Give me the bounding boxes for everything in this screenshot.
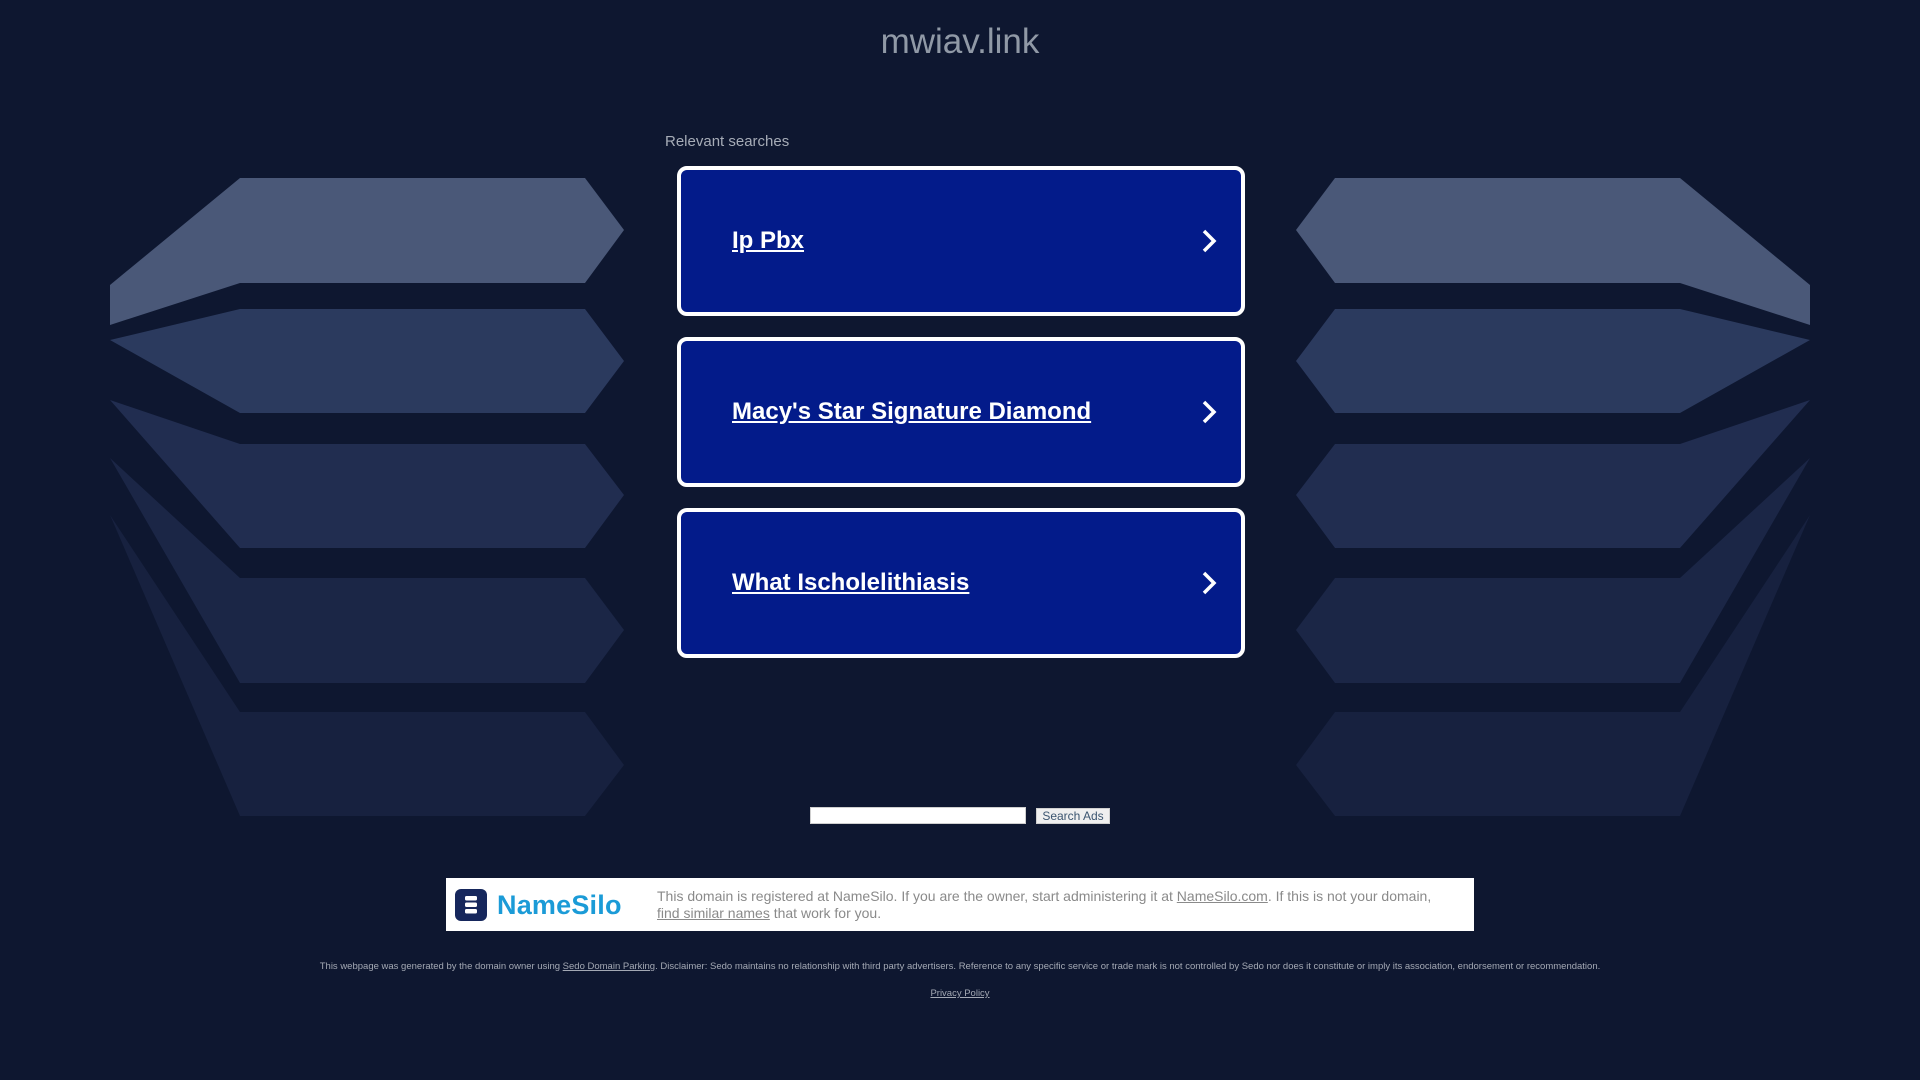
disclaimer-text-1: This webpage was generated by the domain… — [319, 961, 563, 972]
registrar-message: This domain is registered at NameSilo. I… — [657, 888, 1457, 922]
registrar-banner: NameSilo This domain is registered at Na… — [446, 878, 1474, 931]
search-card-label: What Ischolelithiasis — [732, 569, 970, 596]
database-icon — [465, 896, 477, 914]
disclaimer-text-2: . Disclaimer: Sedo maintains no relation… — [655, 961, 1601, 972]
search-card-ip-pbx[interactable]: Ip Pbx — [677, 166, 1245, 316]
relevant-searches-label: Relevant searches — [665, 133, 790, 150]
right-shape-3 — [1296, 400, 1810, 548]
namesilo-badge — [455, 889, 487, 921]
privacy-policy-link[interactable]: Privacy Policy — [930, 988, 989, 999]
chevron-right-icon — [1202, 400, 1217, 424]
privacy-policy-row: Privacy Policy — [0, 988, 1920, 999]
search-card-label: Macy's Star Signature Diamond — [732, 398, 1092, 425]
domain-title: mwiav.link — [880, 22, 1040, 61]
left-shape-stack — [110, 178, 624, 816]
search-input[interactable] — [810, 807, 1026, 824]
namesilo-link[interactable]: NameSilo.com — [1177, 888, 1268, 904]
chevron-right-icon — [1202, 229, 1217, 253]
right-shape-stack — [1296, 178, 1810, 816]
namesilo-logo-text: NameSilo — [497, 890, 622, 920]
right-shape-1 — [1296, 178, 1810, 325]
search-card-label: Ip Pbx — [732, 227, 805, 254]
search-card-macys-star-signature-diamond[interactable]: Macy's Star Signature Diamond — [677, 337, 1245, 487]
registrar-text-3: that work for you. — [769, 905, 882, 921]
registrar-text-1: This domain is registered at NameSilo. I… — [657, 888, 1177, 904]
search-bar: Search Ads — [0, 807, 1920, 825]
search-card-what-ischolelithiasis[interactable]: What Ischolelithiasis — [677, 508, 1245, 658]
find-similar-names-link[interactable]: find similar names — [657, 905, 770, 921]
registrar-text-2: . If this is not your domain, — [1267, 888, 1432, 904]
left-shape-2 — [110, 309, 624, 413]
right-shape-2 — [1296, 309, 1810, 413]
left-shape-3 — [110, 400, 624, 548]
sedo-domain-parking-link[interactable]: Sedo Domain Parking — [563, 961, 655, 972]
left-shape-1 — [110, 178, 624, 325]
chevron-right-icon — [1202, 571, 1217, 595]
parking-page: mwiav.link Relevant searches Ip Pbx Macy… — [0, 0, 1920, 1080]
search-ads-button[interactable]: Search Ads — [1036, 808, 1110, 824]
disclaimer: This webpage was generated by the domain… — [0, 961, 1920, 972]
namesilo-logo[interactable]: NameSilo — [455, 889, 630, 921]
